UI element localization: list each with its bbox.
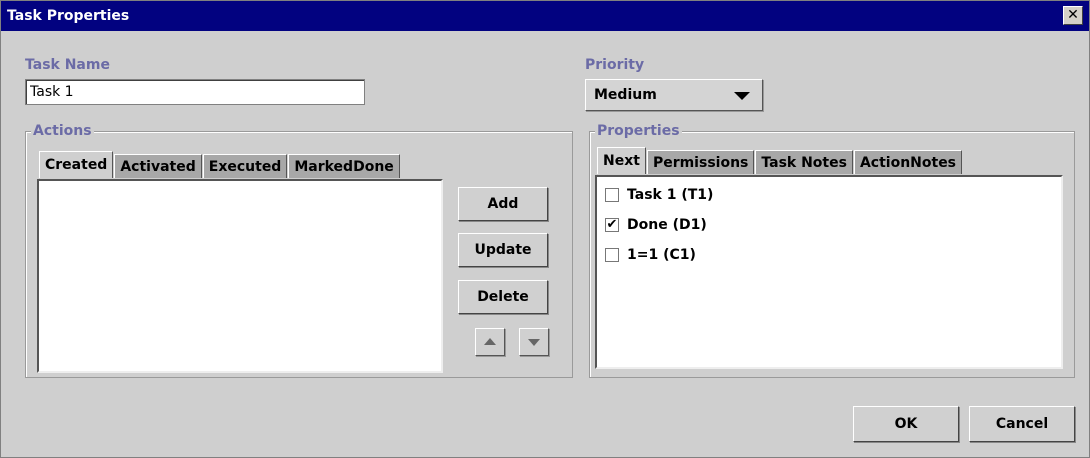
item-label: 1=1 (C1) — [627, 247, 696, 263]
ok-button[interactable]: OK — [853, 406, 959, 442]
properties-tabs: Next Permissions Task Notes ActionNotes — [597, 147, 963, 174]
priority-select[interactable]: Medium — [585, 79, 763, 111]
arrow-up-icon — [484, 338, 496, 345]
actions-tabs: Created Activated Executed MarkedDone — [39, 151, 401, 178]
task-name-input[interactable] — [25, 79, 365, 105]
task-properties-dialog: Task Properties ✕ Task Name Priority Med… — [0, 0, 1090, 458]
move-down-button[interactable] — [519, 328, 549, 356]
move-up-button[interactable] — [475, 328, 505, 356]
delete-button[interactable]: Delete — [458, 280, 548, 314]
update-button[interactable]: Update — [458, 233, 548, 267]
add-button[interactable]: Add — [458, 187, 548, 221]
item-label: Task 1 (T1) — [627, 187, 714, 203]
priority-value: Medium — [594, 87, 657, 103]
actions-title: Actions — [31, 123, 94, 139]
checkbox-condition[interactable] — [605, 248, 619, 262]
priority-label: Priority — [585, 57, 645, 73]
actions-list[interactable] — [37, 179, 443, 373]
title-bar[interactable]: Task Properties ✕ — [1, 1, 1089, 31]
task-name-label: Task Name — [25, 57, 110, 73]
list-item[interactable]: ✔ Done (D1) — [605, 217, 707, 233]
tab-task-notes[interactable]: Task Notes — [755, 150, 853, 174]
chevron-down-icon — [734, 92, 750, 100]
list-item[interactable]: Task 1 (T1) — [605, 187, 713, 203]
next-list: Task 1 (T1) ✔ Done (D1) 1=1 (C1) — [595, 175, 1063, 369]
close-icon[interactable]: ✕ — [1063, 6, 1083, 25]
tab-actionnotes[interactable]: ActionNotes — [853, 150, 963, 174]
tab-created[interactable]: Created — [39, 151, 114, 178]
arrow-down-icon — [528, 339, 540, 346]
tab-activated[interactable]: Activated — [114, 154, 202, 178]
tab-permissions[interactable]: Permissions — [646, 150, 755, 174]
window-title: Task Properties — [7, 8, 130, 24]
tab-next[interactable]: Next — [597, 147, 646, 174]
cancel-button[interactable]: Cancel — [969, 406, 1075, 442]
tab-executed[interactable]: Executed — [202, 154, 288, 178]
properties-title: Properties — [595, 123, 682, 139]
item-label: Done (D1) — [627, 217, 707, 233]
checkbox-done[interactable]: ✔ — [605, 218, 619, 232]
list-item[interactable]: 1=1 (C1) — [605, 247, 696, 263]
checkbox-task1[interactable] — [605, 188, 619, 202]
tab-markeddone[interactable]: MarkedDone — [288, 154, 400, 178]
